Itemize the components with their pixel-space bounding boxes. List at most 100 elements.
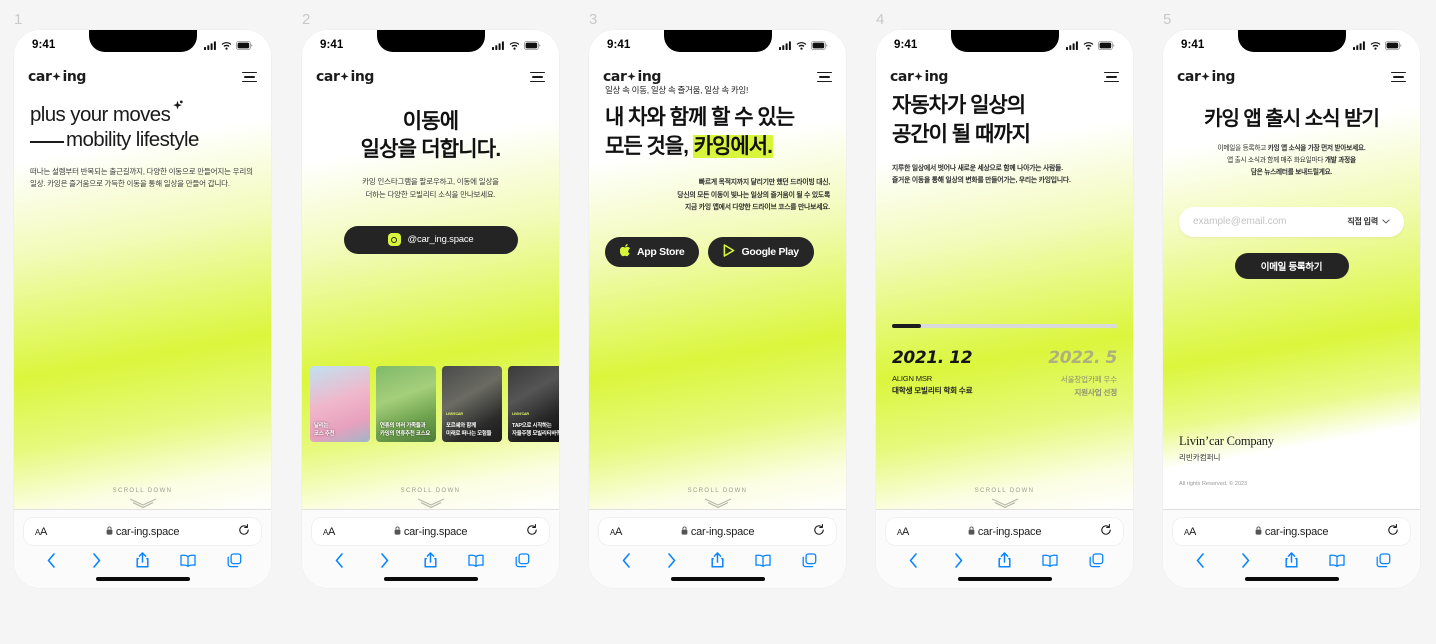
safari-url-bar[interactable]: AA car-ing.space [599,518,836,546]
hero-headline-line2-row: 모든 것을, 카잉에서. [605,133,830,162]
safari-url-bar[interactable]: AAAA car-ing.space [24,518,261,546]
menu-hamburger-icon-2[interactable] [530,71,545,83]
status-icons [204,40,253,50]
logo-text-post: ing [62,69,87,85]
share-icon[interactable] [1277,552,1307,568]
share-icon[interactable] [128,552,158,568]
email-domain-select[interactable]: 직접 입력 [1347,216,1390,227]
hero-body-line1: 지루한 일상에서 벗어나 새로운 세상으로 함께 나아가는 사람들. [892,165,1063,173]
forward-chevron-icon[interactable] [82,553,112,568]
timeline-progress-track[interactable] [892,324,1117,328]
url-text[interactable]: car-ing.space [681,526,754,538]
text-size-aa-button[interactable]: AA [897,526,909,538]
tabs-icon[interactable] [1368,553,1398,568]
safari-url-bar[interactable]: AA car-ing.space [886,518,1123,546]
book-icon[interactable] [1035,554,1065,567]
back-chevron-icon[interactable] [1185,553,1215,568]
email-input-row[interactable]: 직접 입력 [1179,206,1404,237]
footer-rights: All rights Reserved. © 2023 [1179,481,1248,487]
home-indicator [383,577,478,581]
reload-icon[interactable] [813,523,825,541]
battery-icon [1385,40,1402,50]
list-item[interactable]: 연휴의 여러 가족들과 카잉의 연휴추천 코스요 [376,366,436,442]
book-icon[interactable] [748,554,778,567]
menu-hamburger-icon-4[interactable] [1104,71,1119,83]
share-icon[interactable] [416,552,446,568]
book-icon[interactable] [461,554,491,567]
site-header-2: car ing [302,60,559,94]
list-item[interactable]: 날리는 코스 추천 [310,366,370,442]
phone-screen-1: 9:41 car ing plus your moves mobility li… [14,30,271,588]
reload-icon[interactable] [238,523,250,541]
safari-bottom-bar-4: AA car-ing.space [876,509,1133,588]
forward-chevron-icon[interactable] [657,553,687,568]
text-size-aa-button[interactable]: AA [610,526,622,538]
menu-hamburger-icon-3[interactable] [817,71,832,83]
carring-logo-1[interactable]: car ing [28,69,86,85]
instagram-thumbnail-strip[interactable]: 날리는 코스 추천 연휴의 여러 가족들과 카잉의 연휴추천 코스요 LIVIN'C… [302,366,559,442]
logo-text-post: ing [350,69,375,85]
app-store-button[interactable]: App Store [605,236,700,267]
url-text[interactable]: car-ing.space [106,526,179,538]
hero-headline-2: 이동에 일상을 더합니다. [318,108,543,164]
hero-body-line2: 즐거운 이동을 통해 일상의 변화를 만들어가는, 우리는 카잉입니다. [892,177,1071,185]
book-icon[interactable] [1322,554,1352,567]
list-item[interactable]: LIVIN'CAR TAP으로 시작하는 자율주행 모빌리티바퀴 [508,366,559,442]
lock-icon [106,526,113,538]
four-point-star-icon [626,70,637,84]
thumb-eyebrow: LIVIN'CAR [512,412,529,416]
hero-headline-line1: 자동차가 일상의 [892,94,1026,117]
url-text[interactable]: car-ing.space [394,526,467,538]
book-icon[interactable] [173,554,203,567]
carring-logo-3[interactable]: car ing [603,69,661,85]
logo-text-pre: car [28,69,52,85]
reload-icon[interactable] [1387,523,1399,541]
tabs-icon[interactable] [219,553,249,568]
hero-body-line1: 빠르게 목적지까지 달리기만 했던 드라이빙 대신, [698,179,830,187]
carring-logo-5[interactable]: car ing [1177,69,1235,85]
text-size-aa-button[interactable]: AA [1184,526,1196,538]
google-play-button[interactable]: Google Play [708,236,814,267]
thumb-eyebrow: LIVIN'CAR [446,412,463,416]
subscribe-button[interactable]: 이메일 등록하기 [1234,252,1349,279]
tabs-icon[interactable] [507,553,537,568]
app-store-label: App Store [637,245,685,258]
safari-toolbar [886,545,1123,568]
safari-url-bar[interactable]: AA car-ing.space [312,518,549,546]
back-chevron-icon[interactable] [611,553,641,568]
url-text[interactable]: car-ing.space [968,526,1041,538]
text-size-aa-button[interactable]: AA [323,526,335,538]
safari-bottom-bar-2: AA car-ing.space [302,509,559,588]
frame-number-4: 4 [876,11,885,28]
menu-hamburger-icon-5[interactable] [1391,71,1406,83]
timeline-line1: 서울창업카페 우수 [1060,375,1117,384]
share-icon[interactable] [990,552,1020,568]
hero-headline-3: 내 차와 함께 할 수 있는 모든 것을, 카잉에서. [605,104,830,161]
forward-chevron-icon[interactable] [370,553,400,568]
lock-icon [681,526,688,538]
forward-chevron-icon[interactable] [944,553,974,568]
tabs-icon[interactable] [794,553,824,568]
text-size-aa-button[interactable]: AAAA [35,526,47,538]
carring-logo-2[interactable]: car ing [316,69,374,85]
reload-icon[interactable] [1100,523,1112,541]
reload-icon[interactable] [526,523,538,541]
back-chevron-icon[interactable] [324,553,354,568]
list-item[interactable]: LIVIN'CAR 포르쉐와 함께 미래로 떠나는 모험들 [442,366,502,442]
tabs-icon[interactable] [1081,553,1111,568]
url-text[interactable]: car-ing.space [1255,526,1328,538]
share-icon[interactable] [703,552,733,568]
back-chevron-icon[interactable] [36,553,66,568]
url-label: car-ing.space [977,525,1042,538]
menu-hamburger-icon-1[interactable] [242,71,257,83]
carring-logo-4[interactable]: car ing [890,69,948,85]
home-indicator [1244,577,1339,581]
back-chevron-icon[interactable] [898,553,928,568]
footer-company-kr: 리빈카컴퍼니 [1179,453,1221,462]
safari-url-bar[interactable]: AA car-ing.space [1173,518,1410,546]
forward-chevron-icon[interactable] [1231,553,1261,568]
lock-icon [394,526,401,538]
instagram-button[interactable]: @car_ing.space [343,225,518,254]
hero-headline-line2: 일상을 더합니다. [360,138,502,162]
email-input[interactable] [1193,216,1323,228]
